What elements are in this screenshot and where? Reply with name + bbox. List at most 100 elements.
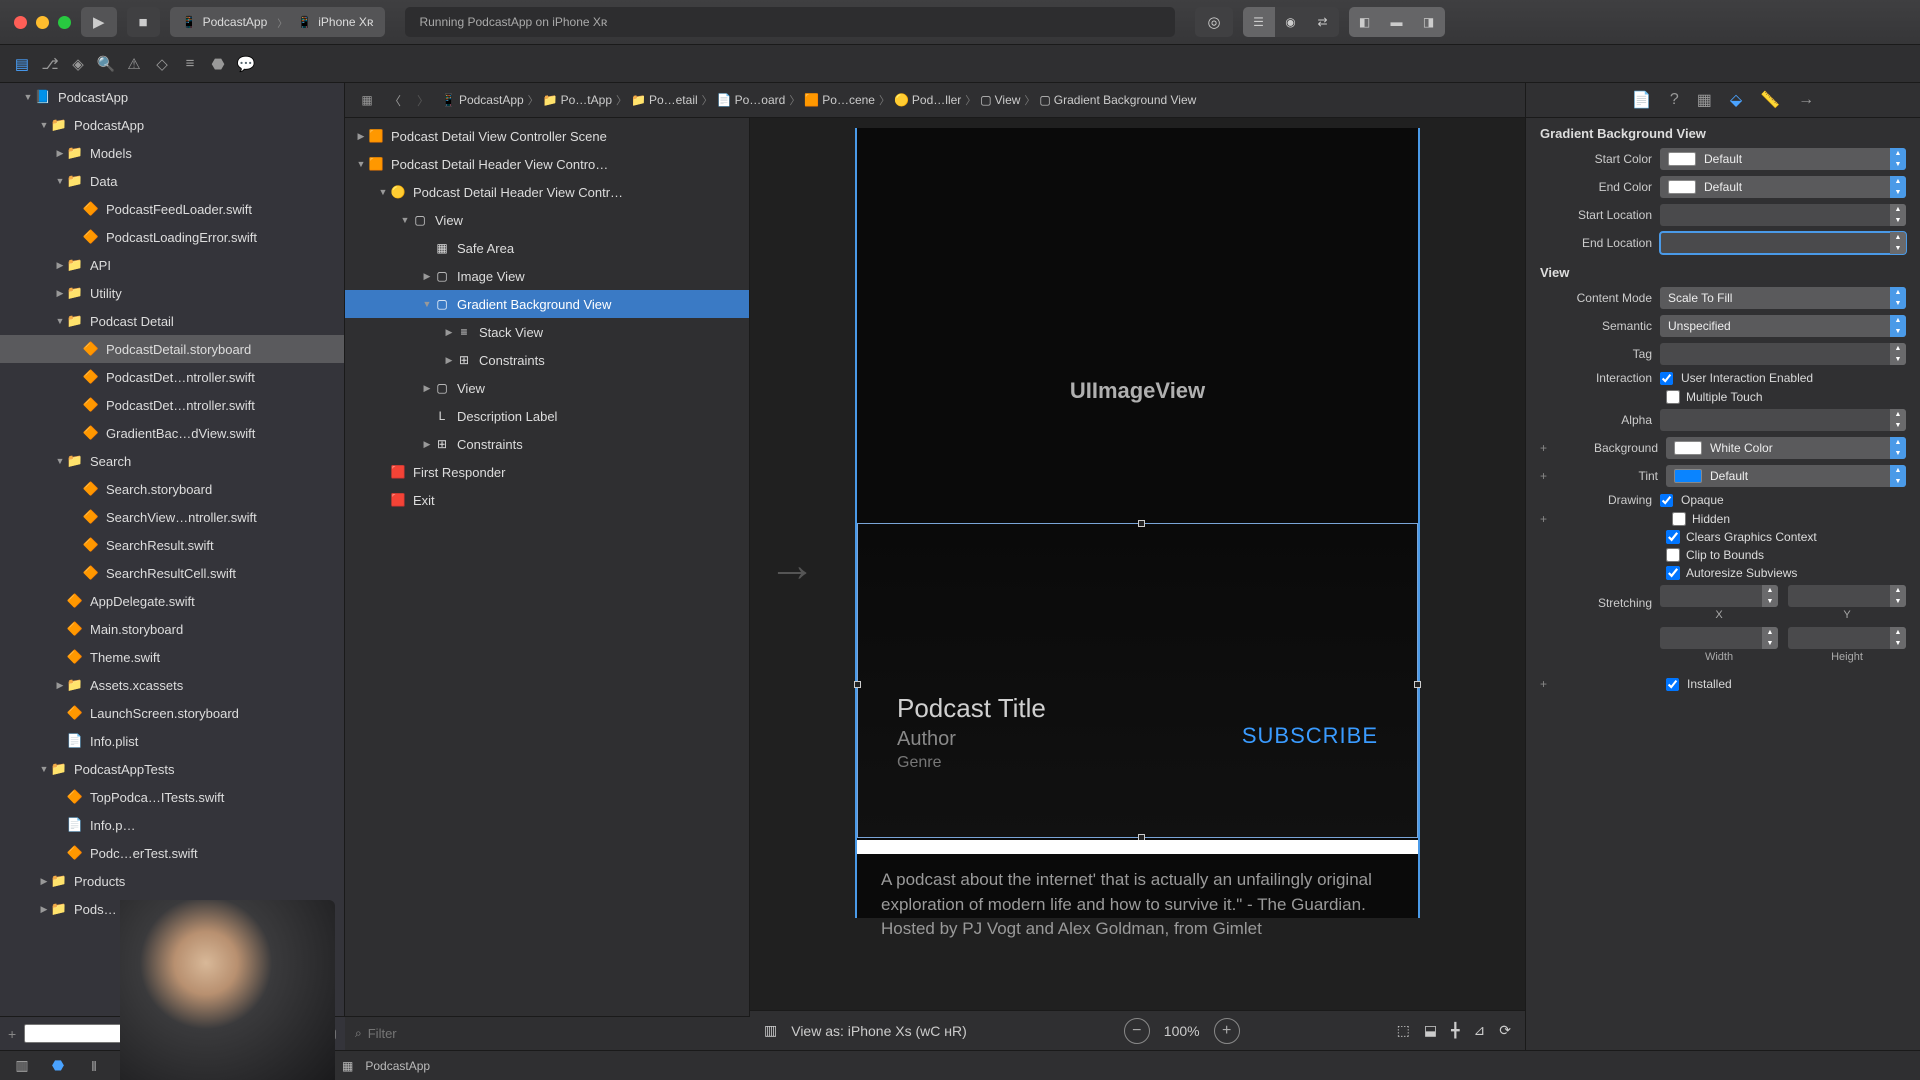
nav-item-info-plist[interactable]: 📄Info.plist bbox=[0, 727, 344, 755]
podcast-author-label[interactable]: Author bbox=[897, 728, 956, 751]
issue-navigator-icon[interactable]: ⚠ bbox=[120, 50, 148, 78]
multiple-touch-checkbox[interactable] bbox=[1666, 390, 1680, 404]
toggle-navigator-button[interactable]: ◧ bbox=[1349, 7, 1381, 37]
outline-item[interactable]: ▼🟧Podcast Detail Header View Contro… bbox=[345, 150, 749, 178]
project-navigator-icon[interactable]: ▤ bbox=[8, 50, 36, 78]
nav-item-podc-ertest-swift[interactable]: 🔶Podc…erTest.swift bbox=[0, 839, 344, 867]
zoom-level[interactable]: 100% bbox=[1164, 1023, 1200, 1039]
background-popup[interactable]: White Color▲▼ bbox=[1666, 437, 1906, 459]
forward-button[interactable]: 〉 bbox=[411, 88, 435, 112]
nav-item-podcastapptests[interactable]: ▼📁PodcastAppTests bbox=[0, 755, 344, 783]
update-frames-icon[interactable]: ⟳ bbox=[1499, 1022, 1511, 1039]
jump-crumb[interactable]: 📱PodcastApp bbox=[439, 93, 526, 107]
outline-item[interactable]: 🟥Exit bbox=[345, 486, 749, 514]
tint-popup[interactable]: Default▲▼ bbox=[1666, 465, 1906, 487]
stretch-h-field[interactable]: 1▲▼ bbox=[1788, 627, 1906, 649]
version-editor-button[interactable]: ⇄ bbox=[1307, 7, 1339, 37]
size-inspector-icon[interactable]: 📏 bbox=[1760, 90, 1780, 110]
end-color-popup[interactable]: Default▲▼ bbox=[1660, 176, 1906, 198]
nav-item-podcastdet-ntroller-swift[interactable]: 🔶PodcastDet…ntroller.swift bbox=[0, 391, 344, 419]
outline-item[interactable]: ▶⊞Constraints bbox=[345, 346, 749, 374]
nav-item-appdelegate-swift[interactable]: 🔶AppDelegate.swift bbox=[0, 587, 344, 615]
content-mode-popup[interactable]: Scale To Fill▲▼ bbox=[1660, 287, 1906, 309]
standard-editor-button[interactable]: ☰ bbox=[1243, 7, 1275, 37]
nav-item-theme-swift[interactable]: 🔶Theme.swift bbox=[0, 643, 344, 671]
pin-icon[interactable]: ╋ bbox=[1451, 1022, 1459, 1039]
jump-crumb[interactable]: ▢View bbox=[978, 93, 1022, 107]
jump-crumb[interactable]: 📄Po…oard bbox=[715, 93, 788, 107]
nav-item-podcastapp[interactable]: ▼📘PodcastApp bbox=[0, 83, 344, 111]
user-interaction-checkbox[interactable] bbox=[1660, 372, 1673, 385]
zoom-window-button[interactable] bbox=[58, 16, 71, 29]
installed-checkbox[interactable] bbox=[1666, 678, 1679, 691]
outline-item[interactable]: ▶⊞Constraints bbox=[345, 430, 749, 458]
outline-item[interactable]: ▶≡Stack View bbox=[345, 318, 749, 346]
file-inspector-icon[interactable]: 📄 bbox=[1632, 90, 1652, 110]
nav-item-products[interactable]: ▶📁Products bbox=[0, 867, 344, 895]
description-label[interactable]: A podcast about the internet' that is ac… bbox=[881, 868, 1394, 942]
nav-item-podcastdetail-storyboard[interactable]: 🔶PodcastDetail.storyboard bbox=[0, 335, 344, 363]
toggle-inspector-button[interactable]: ◨ bbox=[1413, 7, 1445, 37]
breakpoint-navigator-icon[interactable]: ⬣ bbox=[204, 50, 232, 78]
add-background-icon[interactable]: + bbox=[1540, 441, 1554, 455]
nav-item-searchresultcell-swift[interactable]: 🔶SearchResultCell.swift bbox=[0, 559, 344, 587]
quick-help-inspector-icon[interactable]: ? bbox=[1670, 91, 1679, 109]
start-location-field[interactable]: --▲▼ bbox=[1660, 204, 1906, 226]
zoom-out-button[interactable]: − bbox=[1124, 1018, 1150, 1044]
nav-item-search-storyboard[interactable]: 🔶Search.storyboard bbox=[0, 475, 344, 503]
nav-item-gradientbac-dview-swift[interactable]: 🔶GradientBac…dView.swift bbox=[0, 419, 344, 447]
toggle-debug-button[interactable]: ▬ bbox=[1381, 7, 1413, 37]
opaque-checkbox[interactable] bbox=[1660, 494, 1673, 507]
find-navigator-icon[interactable]: 🔍 bbox=[92, 50, 120, 78]
view-as-label[interactable]: View as: iPhone Xs (ᴡC ʜR) bbox=[791, 1023, 967, 1039]
subscribe-button[interactable]: SUBSCRIBE bbox=[1242, 723, 1378, 749]
close-window-button[interactable] bbox=[14, 16, 27, 29]
symbol-navigator-icon[interactable]: ◈ bbox=[64, 50, 92, 78]
storyboard-scene[interactable]: UIImageView Podcast Title Author Genre S… bbox=[855, 128, 1420, 918]
outline-item[interactable]: ▶▢Image View bbox=[345, 262, 749, 290]
nav-item-utility[interactable]: ▶📁Utility bbox=[0, 279, 344, 307]
clip-bounds-checkbox[interactable] bbox=[1666, 548, 1680, 562]
semantic-popup[interactable]: Unspecified▲▼ bbox=[1660, 315, 1906, 337]
jump-crumb[interactable]: 📁Po…etail bbox=[629, 93, 700, 107]
debug-navigator-icon[interactable]: ≡ bbox=[176, 50, 204, 78]
stop-button[interactable]: ■ bbox=[127, 7, 160, 37]
jump-crumb[interactable]: 🟡Pod…ller bbox=[892, 93, 963, 107]
add-hidden-icon[interactable]: + bbox=[1540, 512, 1554, 526]
gradient-background-view-selection[interactable] bbox=[857, 523, 1418, 838]
back-button[interactable]: 〈 bbox=[383, 88, 407, 112]
minimize-window-button[interactable] bbox=[36, 16, 49, 29]
report-navigator-icon[interactable]: 💬 bbox=[232, 50, 260, 78]
clears-graphics-checkbox[interactable] bbox=[1666, 530, 1680, 544]
library-button[interactable]: ◎ bbox=[1195, 7, 1232, 37]
document-outline[interactable]: ▶🟧Podcast Detail View Controller Scene▼🟧… bbox=[345, 118, 750, 1050]
nav-item-searchresult-swift[interactable]: 🔶SearchResult.swift bbox=[0, 531, 344, 559]
outline-item[interactable]: ▶▢View bbox=[345, 374, 749, 402]
podcast-title-label[interactable]: Podcast Title bbox=[897, 693, 1046, 724]
debug-process-name[interactable]: PodcastApp bbox=[365, 1059, 430, 1073]
add-file-icon[interactable]: + bbox=[8, 1026, 16, 1042]
outline-item[interactable]: ▼▢Gradient Background View bbox=[345, 290, 749, 318]
nav-item-launchscreen-storyboard[interactable]: 🔶LaunchScreen.storyboard bbox=[0, 699, 344, 727]
stretch-x-field[interactable]: 0▲▼ bbox=[1660, 585, 1778, 607]
embed-in-icon[interactable]: ⬚ bbox=[1397, 1022, 1410, 1039]
nav-item-podcastapp[interactable]: ▼📁PodcastApp bbox=[0, 111, 344, 139]
autoresize-checkbox[interactable] bbox=[1666, 566, 1680, 580]
outline-filter-input[interactable] bbox=[368, 1026, 740, 1041]
run-button[interactable]: ▶ bbox=[81, 7, 117, 37]
related-items-icon[interactable]: ▦ bbox=[355, 88, 379, 112]
scheme-selector[interactable]: 📱 PodcastApp 〉 📱 iPhone Xʀ bbox=[170, 7, 386, 37]
jump-crumb[interactable]: 🟧Po…cene bbox=[802, 93, 877, 107]
nav-item-search[interactable]: ▼📁Search bbox=[0, 447, 344, 475]
outline-item[interactable]: ▦Safe Area bbox=[345, 234, 749, 262]
outline-item[interactable]: 🟥First Responder bbox=[345, 458, 749, 486]
stretch-w-field[interactable]: 1▲▼ bbox=[1660, 627, 1778, 649]
end-location-field[interactable]: ▲▼ bbox=[1660, 232, 1906, 254]
nav-item-data[interactable]: ▼📁Data bbox=[0, 167, 344, 195]
hide-debug-icon[interactable]: ▥ bbox=[10, 1056, 34, 1076]
outline-item[interactable]: ▼🟡Podcast Detail Header View Contr… bbox=[345, 178, 749, 206]
nav-item-toppodca-itests-swift[interactable]: 🔶TopPodca…ITests.swift bbox=[0, 783, 344, 811]
alpha-field[interactable]: 1▲▼ bbox=[1660, 409, 1906, 431]
connections-inspector-icon[interactable]: → bbox=[1798, 91, 1814, 109]
nav-item-main-storyboard[interactable]: 🔶Main.storyboard bbox=[0, 615, 344, 643]
